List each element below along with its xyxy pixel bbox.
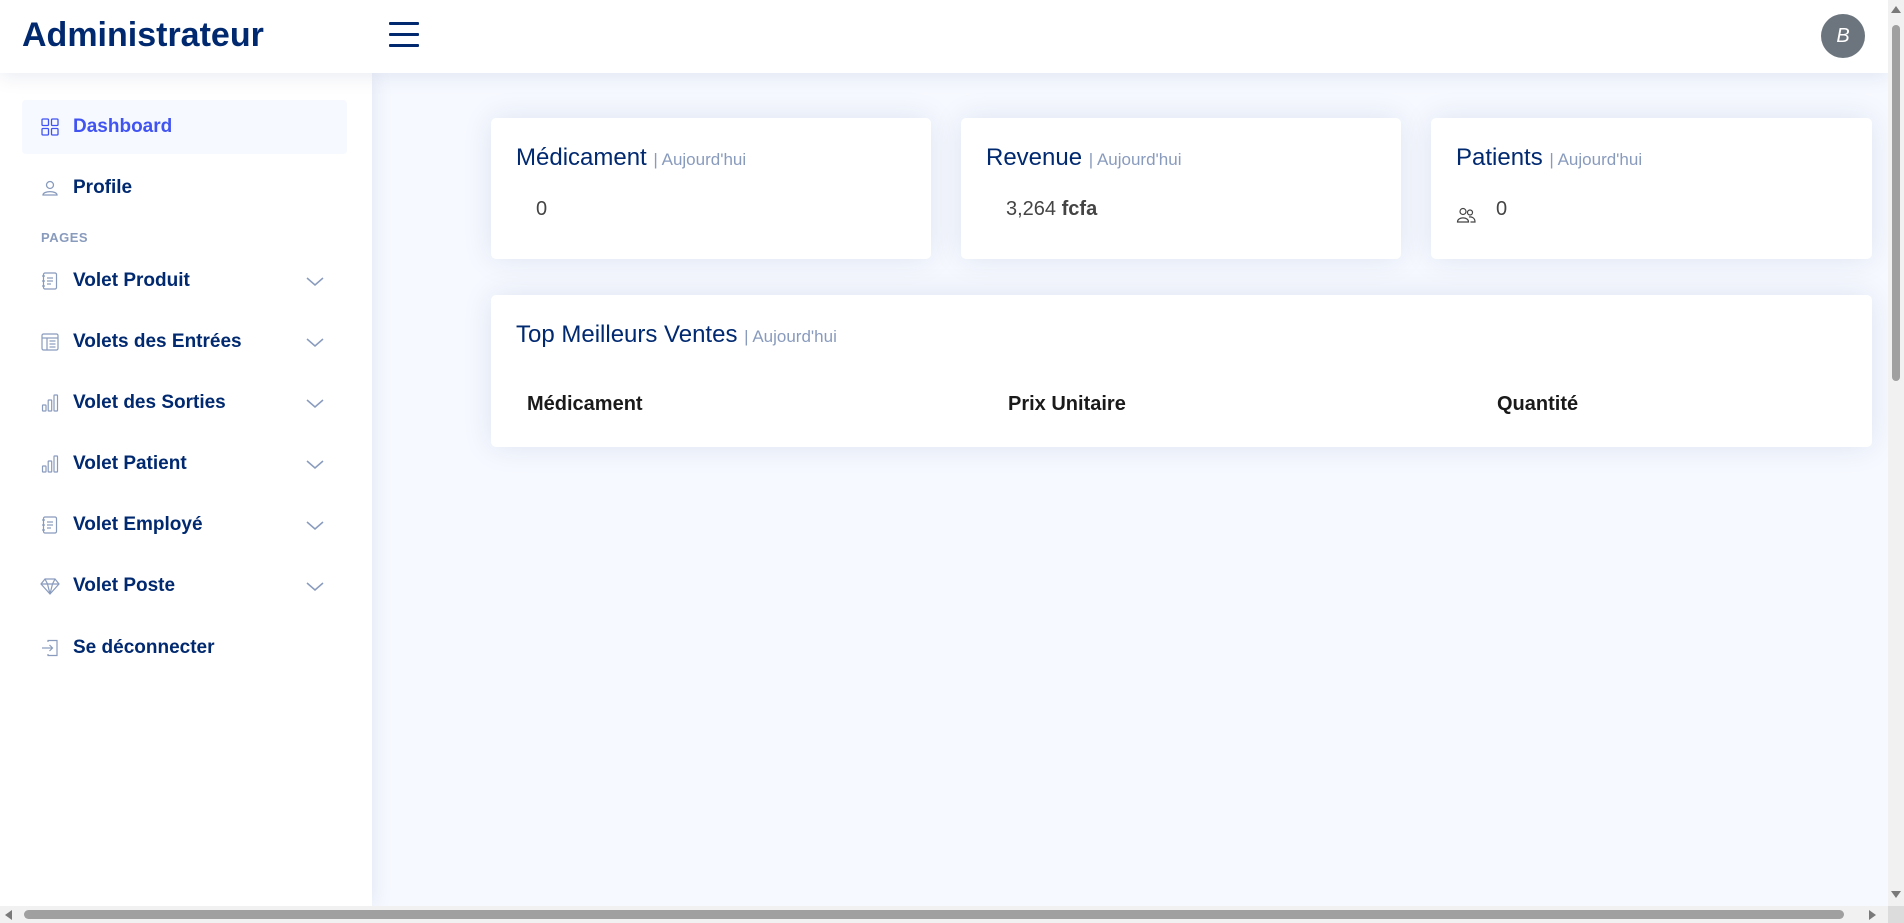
currency-unit: fcfa	[1061, 198, 1098, 220]
sidebar-item-profile[interactable]: Profile	[22, 161, 347, 215]
vertical-scrollbar[interactable]	[1888, 0, 1904, 906]
sidebar-item-label: Volet Poste	[73, 575, 176, 596]
people-icon	[1456, 207, 1476, 223]
gem-icon	[40, 578, 60, 595]
card-period: | Aujourd'hui	[653, 150, 747, 169]
horizontal-scroll-thumb[interactable]	[24, 910, 1844, 919]
patients-card: Patients | Aujourd'hui 0	[1431, 118, 1872, 259]
scroll-left-arrow-icon[interactable]	[5, 910, 12, 920]
medicament-card: Médicament | Aujourd'hui 0	[491, 118, 931, 259]
sidebar-item-label: Profile	[73, 177, 133, 198]
box-arrow-in-right-icon	[42, 639, 58, 657]
card-title: Top Meilleurs Ventes | Aujourd'hui	[516, 321, 837, 348]
journal-icon	[42, 272, 58, 290]
card-period: | Aujourd'hui	[1549, 150, 1643, 169]
grid-icon	[41, 118, 59, 136]
sidebar-item-dashboard[interactable]: Dashboard	[22, 100, 347, 154]
brand-title[interactable]: Administrateur	[22, 16, 264, 55]
card-title: Médicament | Aujourd'hui	[516, 144, 747, 171]
journal-icon	[42, 516, 58, 534]
sidebar: Dashboard Profile PAGES Volet Produit Vo…	[0, 73, 372, 906]
sidebar-section-heading: PAGES	[41, 230, 89, 245]
revenue-amount: 3,264 fcfa	[1006, 198, 1098, 220]
chevron-down-icon	[306, 399, 324, 408]
revenue-card: Revenue | Aujourd'hui 3,264 fcfa	[961, 118, 1401, 259]
vertical-scroll-thumb[interactable]	[1892, 25, 1900, 381]
sidebar-item-volet-employe[interactable]: Volet Employé	[22, 498, 347, 552]
top-sales-card: Top Meilleurs Ventes | Aujourd'hui Médic…	[491, 295, 1872, 447]
column-header-prix-unitaire[interactable]: Prix Unitaire	[1008, 393, 1126, 416]
avatar[interactable]: B	[1821, 14, 1865, 58]
sidebar-item-label: Volet des Sorties	[73, 392, 226, 413]
chevron-down-icon	[306, 277, 324, 286]
sidebar-item-volet-produit[interactable]: Volet Produit	[22, 254, 347, 308]
chevron-down-icon	[306, 338, 324, 347]
scroll-right-arrow-icon[interactable]	[1869, 910, 1876, 920]
column-header-medicament[interactable]: Médicament	[527, 393, 643, 416]
sidebar-item-label: Volet Produit	[73, 270, 190, 291]
sidebar-item-volets-entrees[interactable]: Volets des Entrées	[22, 315, 347, 369]
sidebar-item-label: Volets des Entrées	[73, 331, 242, 352]
column-header-quantite[interactable]: Quantité	[1497, 393, 1578, 416]
sidebar-item-logout[interactable]: Se déconnecter	[22, 621, 347, 675]
bar-chart-icon	[41, 394, 59, 412]
person-icon	[42, 180, 58, 196]
medicament-count: 0	[536, 198, 548, 220]
sidebar-item-label: Se déconnecter	[73, 637, 215, 658]
bar-chart-icon	[41, 455, 59, 473]
hamburger-icon[interactable]	[389, 22, 419, 48]
patients-count: 0	[1496, 198, 1508, 220]
sidebar-item-volet-patient[interactable]: Volet Patient	[22, 437, 347, 491]
card-title: Revenue | Aujourd'hui	[986, 144, 1182, 171]
card-period: | Aujourd'hui	[1088, 150, 1182, 169]
card-period: | Aujourd'hui	[744, 327, 837, 346]
sidebar-item-volet-sorties[interactable]: Volet des Sorties	[22, 376, 347, 430]
scroll-down-arrow-icon[interactable]	[1891, 891, 1901, 898]
chevron-down-icon	[306, 460, 324, 469]
top-header: Administrateur B	[0, 0, 1888, 73]
card-title: Patients | Aujourd'hui	[1456, 144, 1643, 171]
sidebar-item-label: Volet Employé	[73, 514, 203, 535]
chevron-down-icon	[306, 582, 324, 591]
sidebar-item-volet-poste[interactable]: Volet Poste	[22, 559, 347, 613]
horizontal-scrollbar[interactable]	[0, 906, 1888, 923]
scrollbar-corner	[1888, 906, 1904, 923]
sidebar-item-label: Volet Patient	[73, 453, 187, 474]
sidebar-item-label: Dashboard	[73, 116, 173, 137]
scroll-up-arrow-icon[interactable]	[1891, 6, 1901, 13]
layout-text-icon	[41, 333, 59, 351]
chevron-down-icon	[306, 521, 324, 530]
